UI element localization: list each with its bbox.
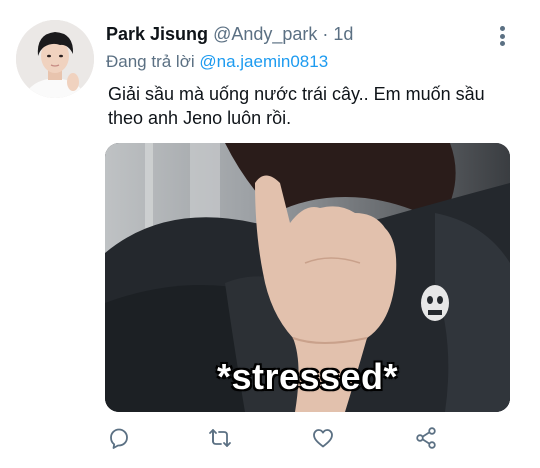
tweet-text: Giải sầu mà uống nước trái cây.. Em muốn… — [108, 84, 485, 128]
media-caption: *stressed* — [216, 356, 399, 397]
retweet-button[interactable] — [206, 424, 234, 452]
author-handle[interactable]: @Andy_park — [213, 24, 317, 44]
more-dot-icon — [499, 33, 505, 39]
like-icon — [313, 429, 333, 448]
retweet-icon — [209, 429, 231, 447]
more-options-button[interactable] — [494, 24, 510, 48]
more-dot-icon — [499, 41, 505, 46]
avatar[interactable] — [16, 20, 94, 98]
reply-button[interactable] — [105, 424, 133, 452]
reply-icon — [110, 428, 128, 449]
reply-prefix: Đang trả lời — [106, 52, 195, 71]
replying-to: Đang trả lời @na.jaemin0813 — [106, 52, 328, 72]
avatar-image — [16, 20, 94, 98]
more-dot-icon — [499, 26, 505, 31]
tweet-media[interactable]: *stressed* — [105, 143, 510, 412]
tweet-time[interactable]: 1d — [333, 24, 353, 44]
share-button[interactable] — [412, 424, 440, 452]
like-button[interactable] — [309, 424, 337, 452]
tweet-actions — [105, 424, 436, 452]
reply-to-handle[interactable]: @na.jaemin0813 — [199, 52, 328, 71]
author-name[interactable]: Park Jisung — [106, 24, 208, 44]
tweet-header: Park Jisung @Andy_park · 1d — [106, 24, 353, 45]
share-icon — [416, 427, 436, 449]
header-separator: · — [322, 24, 329, 44]
